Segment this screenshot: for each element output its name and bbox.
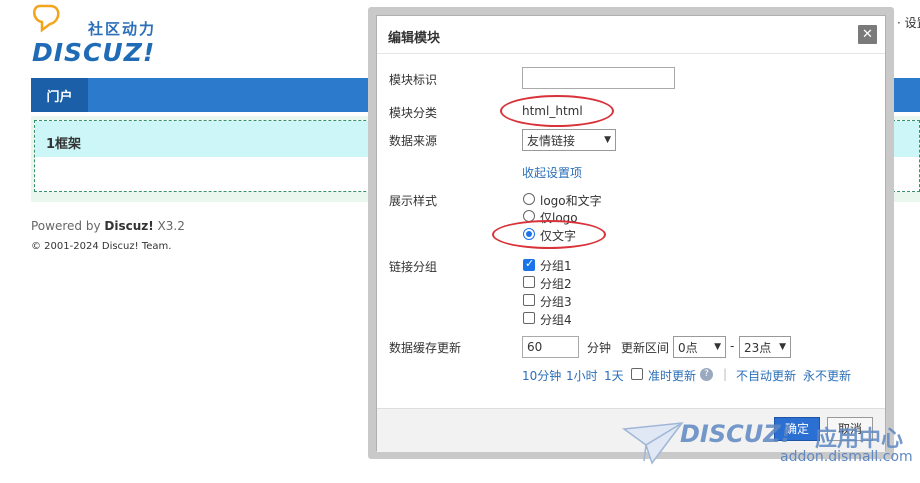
paper-plane-icon xyxy=(622,422,684,465)
dialog-header[interactable]: 编辑模块 ✕ xyxy=(377,16,885,54)
interval-label: 更新区间 xyxy=(621,341,670,355)
logo-slogan: 社区动力 xyxy=(88,20,157,38)
timed-update-label[interactable]: 准时更新 xyxy=(648,367,696,384)
group-option-1: 分组1 xyxy=(540,259,572,273)
annotation-ellipse-style xyxy=(492,220,606,249)
interval-end-select[interactable]: 23点 ▼ xyxy=(739,336,791,358)
collapse-settings-link[interactable]: 收起设置项 xyxy=(522,164,582,181)
source-select[interactable]: 友情链接 ▼ xyxy=(522,129,616,151)
separator: | xyxy=(723,367,728,381)
category-label: 模块分类 xyxy=(389,106,438,120)
cache-unit: 分钟 xyxy=(587,341,612,355)
group-checkbox-4[interactable] xyxy=(523,312,535,324)
module-id-label: 模块标识 xyxy=(389,73,438,87)
style-label: 展示样式 xyxy=(389,194,438,208)
chevron-down-icon: ▼ xyxy=(714,342,721,352)
settings-link[interactable]: · 设置 xyxy=(897,14,920,31)
quick-10min-link[interactable]: 10分钟 xyxy=(522,367,561,384)
group-option-4: 分组4 xyxy=(540,313,572,327)
powered-prefix: Powered by xyxy=(31,219,105,233)
never-update-link[interactable]: 永不更新 xyxy=(803,367,851,384)
cache-minutes-input[interactable] xyxy=(522,336,579,358)
lightbulb-icon xyxy=(33,4,60,33)
interval-start-select[interactable]: 0点 ▼ xyxy=(673,336,726,358)
close-icon[interactable]: ✕ xyxy=(858,25,877,44)
chevron-down-icon: ▼ xyxy=(779,342,786,352)
dialog-title: 编辑模块 xyxy=(388,31,441,46)
group-option-3: 分组3 xyxy=(540,295,572,309)
version: X3.2 xyxy=(153,219,185,233)
watermark-brand: DISCUZ! xyxy=(680,420,792,448)
annotation-ellipse-category xyxy=(500,95,614,127)
group-label: 链接分组 xyxy=(389,260,438,274)
interval-end-value: 23点 xyxy=(744,340,772,355)
watermark-url: addon.dismall.com xyxy=(780,449,913,465)
interval-start-value: 0点 xyxy=(678,340,698,355)
page: 社区动力 DISCUZ! · 设置 门户 1框架 Powered by Disc… xyxy=(0,0,920,483)
module-id-input[interactable] xyxy=(522,67,675,89)
powered-by: Powered by Discuz! X3.2 xyxy=(31,219,185,233)
no-auto-update-link[interactable]: 不自动更新 xyxy=(736,367,796,384)
copyright: © 2001-2024 Discuz! Team. xyxy=(31,241,172,252)
timed-update-checkbox[interactable] xyxy=(631,368,643,380)
interval-dash: - xyxy=(730,339,735,353)
style-option-logo-text: logo和文字 xyxy=(540,194,602,208)
style-radio-logo-text[interactable] xyxy=(523,193,535,205)
group-checkbox-1[interactable] xyxy=(523,257,535,271)
source-select-value: 友情链接 xyxy=(527,133,576,148)
edit-module-dialog: 编辑模块 ✕ 模块标识 模块分类 html_html 数据来源 友情链接 ▼ 收… xyxy=(376,15,886,452)
quick-1h-link[interactable]: 1小时 xyxy=(566,367,598,384)
logo-brand: DISCUZ! xyxy=(32,38,156,67)
nav-tab-portal[interactable]: 门户 xyxy=(31,78,88,112)
group-checkbox-2[interactable] xyxy=(523,276,535,288)
quick-1d-link[interactable]: 1天 xyxy=(604,367,624,384)
group-checkbox-3[interactable] xyxy=(523,294,535,306)
powered-brand[interactable]: Discuz! xyxy=(104,219,153,233)
source-label: 数据来源 xyxy=(389,134,438,148)
chevron-down-icon: ▼ xyxy=(604,135,611,145)
cache-label: 数据缓存更新 xyxy=(389,341,462,355)
help-icon[interactable]: ? xyxy=(700,368,713,381)
group-option-2: 分组2 xyxy=(540,277,572,291)
